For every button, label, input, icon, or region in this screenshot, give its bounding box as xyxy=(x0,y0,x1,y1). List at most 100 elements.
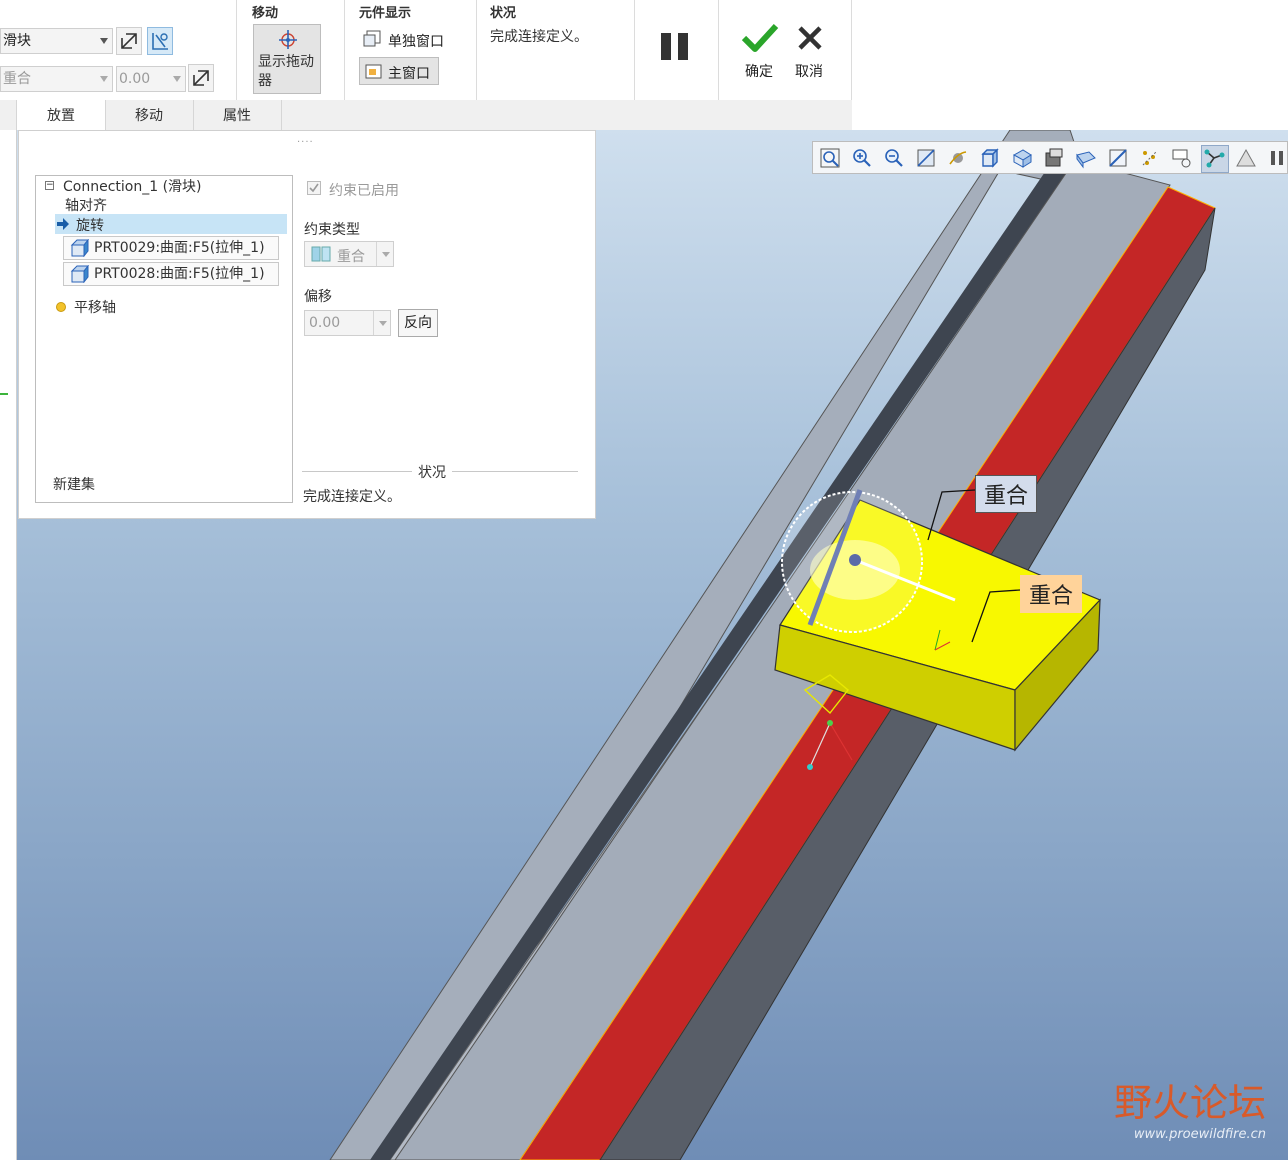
flip-arrow-icon xyxy=(193,70,209,86)
mechanism-type-select[interactable]: 滑块 xyxy=(0,28,113,54)
datum-display-button[interactable] xyxy=(1139,147,1161,169)
refit-icon xyxy=(820,148,840,168)
ribbon-group-status: 状况 完成连接定义。 xyxy=(476,0,635,100)
strip-indicator xyxy=(0,393,8,395)
rotate-node[interactable]: 旋转 xyxy=(55,214,287,234)
repaint-icon xyxy=(917,149,935,167)
appearance-button[interactable] xyxy=(1235,147,1257,169)
tab-spacer xyxy=(0,100,17,130)
reference-surface-1[interactable]: PRT0029:曲面:F5(拉伸_1) xyxy=(63,236,279,260)
reference-surface-2-label: PRT0028:曲面:F5(拉伸_1) xyxy=(94,266,265,282)
rotate-label: 旋转 xyxy=(76,218,104,234)
zoom-refit-button[interactable] xyxy=(819,147,841,169)
mechanism-constraint-button[interactable] xyxy=(147,27,173,55)
offset-label: 偏移 xyxy=(304,289,332,305)
cube-icon xyxy=(981,148,999,168)
constraint-type-value: 重合 xyxy=(3,71,31,87)
axis-align-node[interactable]: 轴对齐 xyxy=(65,195,107,215)
pause-icon xyxy=(1271,151,1283,165)
dragger-icon xyxy=(279,30,297,49)
offset-select[interactable]: 0.00 xyxy=(116,66,186,92)
translate-axis-node[interactable]: 平移轴 xyxy=(74,297,116,317)
reference-surface-2[interactable]: PRT0028:曲面:F5(拉伸_1) xyxy=(63,262,279,286)
spin-center-button[interactable] xyxy=(947,147,969,169)
flip-button[interactable]: 反向 xyxy=(398,309,438,337)
main-window-button[interactable]: 主窗口 xyxy=(359,57,439,85)
cancel-label: 取消 xyxy=(795,64,823,80)
offset-value: 0.00 xyxy=(119,71,151,87)
chevron-down-icon xyxy=(100,38,108,44)
main-window-icon xyxy=(365,64,382,79)
offset-input-value: 0.00 xyxy=(309,315,341,331)
section-icon xyxy=(1109,149,1127,167)
flip-constraint-button[interactable] xyxy=(116,27,142,55)
close-icon xyxy=(798,26,822,50)
constraint-enabled-label: 约束已启用 xyxy=(329,183,399,199)
show-dragger-button[interactable]: 显示拖动器 xyxy=(253,24,321,94)
dashboard-tabs: 放置 移动 属性 xyxy=(0,100,852,131)
constraint-type-select[interactable]: 重合 xyxy=(0,66,113,92)
mechanism-display-button[interactable] xyxy=(1201,145,1229,173)
status-section-text: 完成连接定义。 xyxy=(303,489,401,505)
pause-icon xyxy=(661,33,688,60)
annotation-display-button[interactable] xyxy=(1171,147,1193,169)
display-style-icon xyxy=(1045,148,1063,167)
zoom-in-button[interactable] xyxy=(851,147,873,169)
main-window-label: 主窗口 xyxy=(388,66,430,82)
collapse-toggle[interactable]: − xyxy=(45,181,54,190)
ribbon-group-connection: 滑块 重合 0.00 xyxy=(0,0,237,100)
constraint-tooltip-1: 重合 xyxy=(975,475,1038,513)
pause-regen-button[interactable] xyxy=(1267,147,1288,169)
connection-node[interactable]: Connection_1 (滑块) xyxy=(63,176,202,196)
ribbon-group-component-display: 元件显示 单独窗口 主窗口 xyxy=(344,0,477,100)
watermark-url: www.proewildfire.cn xyxy=(1133,1127,1266,1142)
repaint-button[interactable] xyxy=(915,147,937,169)
tab-properties[interactable]: 属性 xyxy=(193,100,282,130)
dropdown-arrow xyxy=(376,242,395,266)
dropdown-arrow xyxy=(373,311,392,335)
perspective-button[interactable] xyxy=(1075,147,1097,169)
ribbon-group-move: 移动 显示拖动器 xyxy=(236,0,345,100)
offset-input[interactable]: 0.00 xyxy=(304,310,391,336)
view-orientation-button[interactable] xyxy=(979,147,1001,169)
placement-panel: ···· − Connection_1 (滑块) 轴对齐 旋转 PRT0029:… xyxy=(18,130,596,519)
watermark: 野火论坛 www.proewildfire.cn xyxy=(1114,1072,1266,1142)
panel-grip[interactable]: ···· xyxy=(297,137,314,148)
saved-views-button[interactable] xyxy=(1011,147,1033,169)
saved-views-icon xyxy=(1012,149,1032,168)
flip-arrow-icon xyxy=(121,33,137,49)
single-window-label: 单独窗口 xyxy=(388,34,444,50)
status-group-title: 状况 xyxy=(490,6,517,21)
constraint-enabled-checkbox[interactable] xyxy=(307,181,321,195)
triangle-icon xyxy=(1236,148,1256,167)
constraint-type-dropdown[interactable]: 重合 xyxy=(304,241,394,267)
check-icon xyxy=(309,183,319,193)
pause-button[interactable] xyxy=(660,32,690,62)
new-set-link[interactable]: 新建集 xyxy=(53,474,95,494)
datum-display-icon xyxy=(1142,150,1158,166)
confirm-label: 确定 xyxy=(745,64,773,80)
dragger-center xyxy=(849,554,861,566)
cancel-button[interactable]: 取消 xyxy=(790,22,834,82)
spin-center-icon xyxy=(949,151,967,165)
zoom-out-button[interactable] xyxy=(883,147,905,169)
chevron-down-icon xyxy=(173,76,181,82)
offset-flip-button[interactable] xyxy=(188,64,214,92)
display-style-button[interactable] xyxy=(1043,147,1065,169)
zoom-in-icon xyxy=(853,149,871,167)
section-button[interactable] xyxy=(1107,147,1129,169)
tab-placement[interactable]: 放置 xyxy=(17,100,106,131)
checkmark-icon xyxy=(741,23,779,52)
perspective-icon xyxy=(1076,151,1096,169)
status-section-title: 状况 xyxy=(412,462,452,482)
ribbon-group-pause xyxy=(634,0,719,100)
mechanism-connection-icon xyxy=(152,33,168,50)
tab-move[interactable]: 移动 xyxy=(105,100,194,130)
ribbon-group-confirm: 确定 取消 xyxy=(718,0,852,100)
surface-icon xyxy=(70,239,90,257)
single-window-button[interactable]: 单独窗口 xyxy=(360,26,456,52)
status-message: 完成连接定义。 xyxy=(490,29,588,45)
show-dragger-label: 显示拖动器 xyxy=(258,54,314,89)
watermark-brand: 野火论坛 xyxy=(1113,1081,1266,1125)
confirm-button[interactable]: 确定 xyxy=(738,22,782,82)
